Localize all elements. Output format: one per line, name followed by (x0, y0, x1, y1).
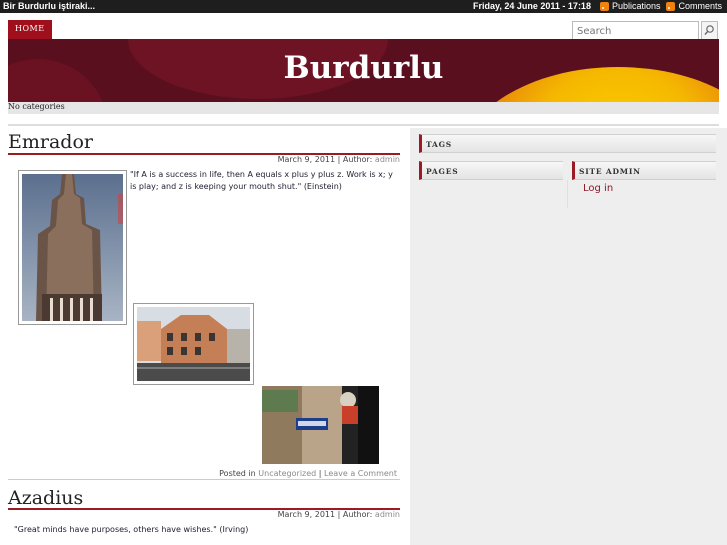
author-label: Author: (342, 510, 373, 519)
photo-image (137, 307, 250, 381)
no-categories-text: No categories (8, 102, 65, 111)
publications-feed-link[interactable]: Publications (612, 1, 661, 11)
photo-image (262, 386, 379, 464)
comments-feed-link[interactable]: Comments (678, 1, 722, 11)
author-label: Author: (342, 155, 373, 164)
category-link[interactable]: Uncategorized (258, 469, 316, 478)
author-link[interactable]: admin (375, 155, 400, 164)
sidebar (410, 128, 727, 545)
search-button[interactable] (701, 21, 718, 41)
post-date: March 9, 2011 (277, 155, 336, 164)
search-input[interactable] (572, 21, 699, 41)
post-photo-street[interactable] (133, 303, 254, 385)
main-nav: HOME (8, 20, 52, 39)
top-bar-right: Friday, 24 June 2011 - 17:18 Publication… (473, 1, 725, 11)
site-title[interactable]: Burdurlu (8, 50, 719, 86)
nav-home-tab[interactable]: HOME (8, 20, 52, 39)
category-bar: No categories (8, 102, 719, 114)
photo-image (22, 174, 123, 321)
widget-title-pages: PAGES (419, 161, 563, 180)
rss-icon (599, 1, 609, 11)
leave-comment-link[interactable]: Leave a Comment (324, 469, 397, 478)
divider (567, 180, 568, 208)
post-title[interactable]: Emrador (8, 131, 93, 153)
current-date: Friday, 24 June 2011 - 17:18 (473, 1, 591, 11)
widget-title-site-admin: SITE ADMIN (572, 161, 716, 180)
post-meta: March 9, 2011 | Author: admin (277, 510, 400, 519)
header-banner: Burdurlu (8, 39, 719, 102)
top-bar: Bir Burdurlu iştiraki... Friday, 24 June… (0, 0, 727, 13)
divider (8, 124, 719, 126)
post-title[interactable]: Azadius (8, 487, 83, 509)
widget-title-tags: TAGS (419, 134, 716, 153)
post-date: March 9, 2011 (277, 510, 336, 519)
post-meta: March 9, 2011 | Author: admin (277, 155, 400, 164)
post-footer: Posted in Uncategorized | Leave a Commen… (8, 466, 400, 480)
post-quote: "If A is a success in life, then A equal… (130, 170, 393, 191)
post-quote: "Great minds have purposes, others have … (14, 525, 249, 534)
street-image (137, 307, 250, 381)
post-photo-sign[interactable] (262, 386, 379, 464)
post-photo-tower[interactable] (18, 170, 127, 325)
login-link[interactable]: Log in (583, 183, 613, 194)
site-tagline: Bir Burdurlu iştiraki... (3, 1, 96, 11)
tower-image (22, 174, 123, 321)
sign-image (262, 386, 379, 464)
rss-icon (666, 1, 676, 11)
search-icon (704, 25, 714, 35)
posted-in-label: Posted in (219, 469, 256, 478)
author-link[interactable]: admin (375, 510, 400, 519)
